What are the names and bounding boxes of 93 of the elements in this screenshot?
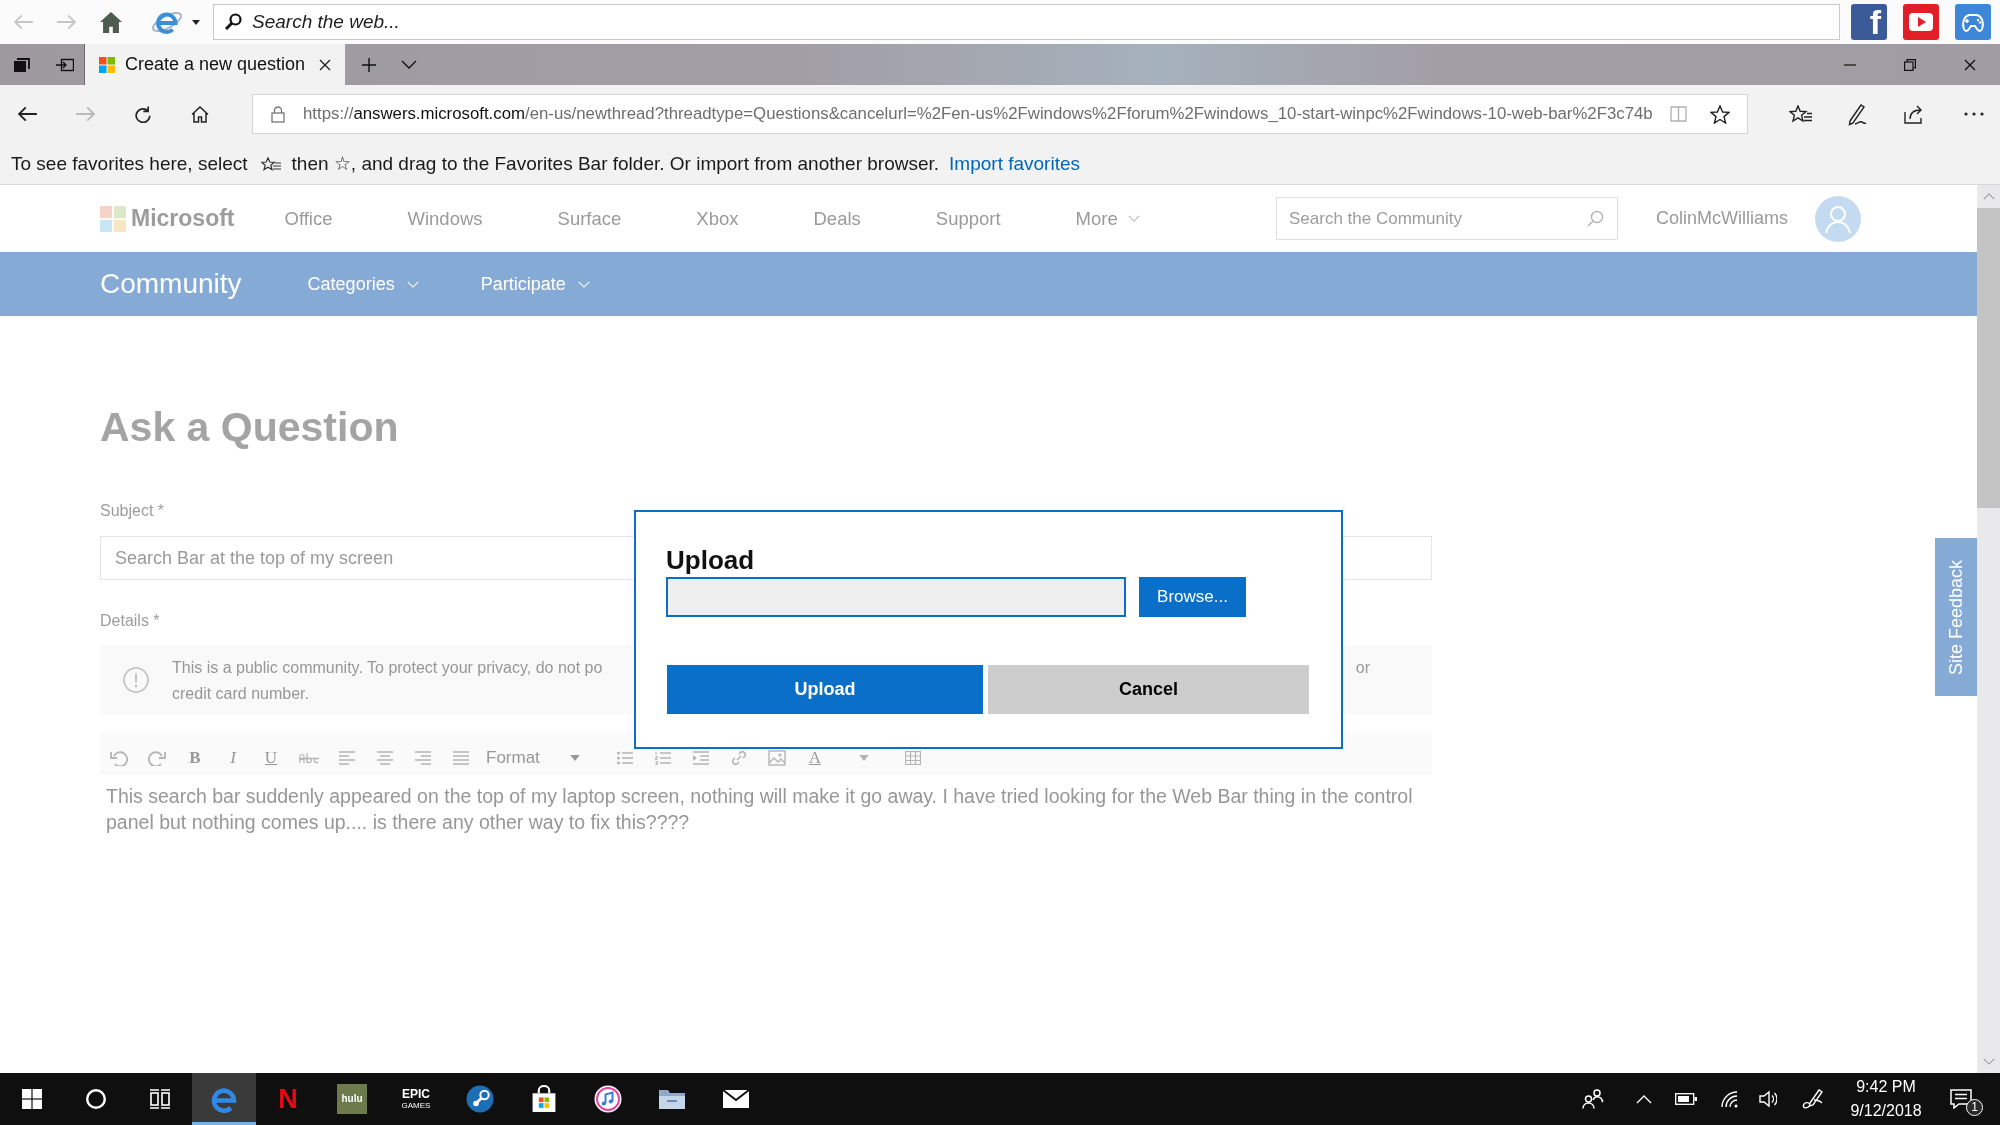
underline-button[interactable]: U <box>264 750 278 766</box>
notice-text: or <box>1355 658 1370 678</box>
pen-icon[interactable] <box>1847 102 1867 126</box>
caret-icon <box>569 755 580 761</box>
info-icon <box>123 667 149 693</box>
share-icon[interactable] <box>1904 104 1924 124</box>
folder-icon <box>658 1088 686 1110</box>
chevron-up-icon[interactable] <box>1636 1094 1652 1104</box>
favicon-icon <box>99 56 115 73</box>
stacked-windows-icon[interactable] <box>14 57 30 72</box>
file-path-field[interactable] <box>666 577 1126 617</box>
field-label: Details * <box>100 611 160 631</box>
back-arrow-icon[interactable] <box>18 106 38 122</box>
more-icon[interactable] <box>1964 112 1984 116</box>
chevron-down-icon <box>1127 215 1140 222</box>
community-menu[interactable]: Categories <box>307 273 419 295</box>
speaker-icon[interactable] <box>1759 1090 1777 1108</box>
favorites-hint-text: then ☆, and drag to the Favorites Bar folder. Or import from another browser. <box>291 152 940 175</box>
envelope-icon <box>722 1089 750 1109</box>
pen-icon[interactable] <box>1802 1088 1824 1110</box>
arrow-into-box-icon[interactable] <box>56 57 74 72</box>
disc-logo-icon <box>466 1085 494 1113</box>
clock-time[interactable]: 9:42 PM <box>1856 1075 1916 1099</box>
home-icon[interactable] <box>191 105 209 123</box>
clock-date[interactable]: 9/12/2018 <box>1850 1099 1922 1123</box>
notice-text: credit card number. <box>172 684 309 704</box>
editor-body-text: This search bar suddenly appeared on the top of my laptop screen, nothing will make it go away. I have tried looking for the Web Bar thing in the control panel but nothing comes up.... is there any other way to fix this???? <box>105 784 1414 835</box>
close-tab-icon[interactable] <box>319 58 331 71</box>
field-label: Subject * <box>100 501 165 521</box>
nav-link[interactable]: Office <box>284 207 333 230</box>
four-squares-logo-icon <box>100 205 126 232</box>
scrollbar-thumb[interactable] <box>1977 208 2000 508</box>
text-color-button[interactable]: A <box>808 750 821 766</box>
star-list-icon[interactable] <box>1789 104 1813 124</box>
wifi-icon[interactable] <box>1720 1090 1740 1108</box>
site-feedback-tab[interactable]: Site Feedback <box>1935 538 1977 696</box>
bold-button[interactable]: B <box>189 750 201 766</box>
star-list-icon <box>260 156 281 171</box>
shopping-bag-icon <box>531 1085 557 1113</box>
user-name[interactable]: ColinMcWilliams <box>1656 208 1788 229</box>
cancel-button[interactable]: Cancel <box>988 665 1309 714</box>
refresh-icon[interactable] <box>135 105 151 123</box>
notification-count: 1 <box>1966 1099 1983 1116</box>
music-note-icon <box>594 1085 622 1113</box>
format-dropdown[interactable]: Format <box>486 749 580 767</box>
nav-link[interactable]: Xbox <box>696 207 739 230</box>
nav-link[interactable]: Windows <box>407 207 483 230</box>
battery-icon[interactable] <box>1675 1093 1697 1105</box>
community-search-field[interactable]: Search the Community <box>1276 197 1618 240</box>
browse-button[interactable]: Browse... <box>1139 577 1246 617</box>
import-favorites-link[interactable]: Import favorites <box>949 152 1080 175</box>
dialog-title: Upload <box>666 545 755 575</box>
notice-text: This is a public community. To protect your privacy, do not po <box>172 658 603 678</box>
caret-icon[interactable] <box>192 19 200 25</box>
people-icon[interactable] <box>1582 1089 1604 1109</box>
nav-more-link[interactable]: More <box>1075 207 1140 230</box>
nav-link[interactable]: Deals <box>813 207 861 230</box>
minimize-icon[interactable] <box>1844 63 1856 66</box>
upload-button[interactable]: Upload <box>667 665 983 714</box>
restore-icon[interactable] <box>1904 58 1916 71</box>
site-logo-text[interactable]: Microsoft <box>131 205 235 232</box>
address-field[interactable]: https://answers.microsoft.com/en-us/newthread?threadtype=Questions&cancelurl=%2Fen-us%2Fwindows%2Fforum%2Fwindows_10-start-winpc%2Fwindows-10-web-bar%2F3c74b <box>252 94 1748 134</box>
community-menu[interactable]: Participate <box>480 273 590 295</box>
nav-link[interactable]: Surface <box>557 207 622 230</box>
chevron-down-icon <box>577 280 590 288</box>
web-search-field[interactable]: Search the web... <box>213 4 1840 40</box>
browser-tab[interactable]: Create a new question <box>84 44 345 85</box>
scrollbar[interactable] <box>1977 185 2000 1073</box>
two-rectangles-icon <box>150 1089 170 1109</box>
windows-logo-icon <box>22 1089 42 1109</box>
chevron-down-icon[interactable] <box>401 60 417 69</box>
star-icon[interactable] <box>1710 104 1730 124</box>
ring-icon <box>86 1089 106 1109</box>
speech-bubble-icon[interactable] <box>1950 1089 1972 1109</box>
lock-icon <box>271 105 285 123</box>
e-logo-icon <box>210 1085 238 1113</box>
page-heading: Ask a Question <box>100 405 399 449</box>
favorites-hint-text: To see favorites here, select <box>11 152 248 175</box>
chevron-down-icon <box>406 280 419 288</box>
close-icon[interactable] <box>1964 58 1976 71</box>
taskbar-app-button[interactable]: N <box>256 1073 320 1125</box>
play-tile-icon[interactable] <box>1903 4 1939 40</box>
plus-icon[interactable] <box>362 57 376 72</box>
url-text: https://answers.microsoft.com/en-us/newthread?threadtype=Questions&cancelurl=%2Fen-us%2Fwindows%2Fforum%2Fwindows_10-start-winpc%2Fwindows-10-web-bar%2F3c74b <box>303 104 1653 124</box>
taskbar-app-button[interactable]: hulu <box>320 1073 384 1125</box>
community-title[interactable]: Community <box>100 268 242 300</box>
letter-tile-shortcut[interactable]: f <box>1851 4 1887 40</box>
nav-link[interactable]: Support <box>935 207 1001 230</box>
taskbar-app-button[interactable]: EPIC GAMES <box>384 1073 448 1125</box>
gamepad-tile-icon[interactable] <box>1955 4 1991 40</box>
italic-button[interactable]: I <box>230 750 236 766</box>
home-icon[interactable] <box>100 11 122 33</box>
search-icon <box>225 13 242 30</box>
